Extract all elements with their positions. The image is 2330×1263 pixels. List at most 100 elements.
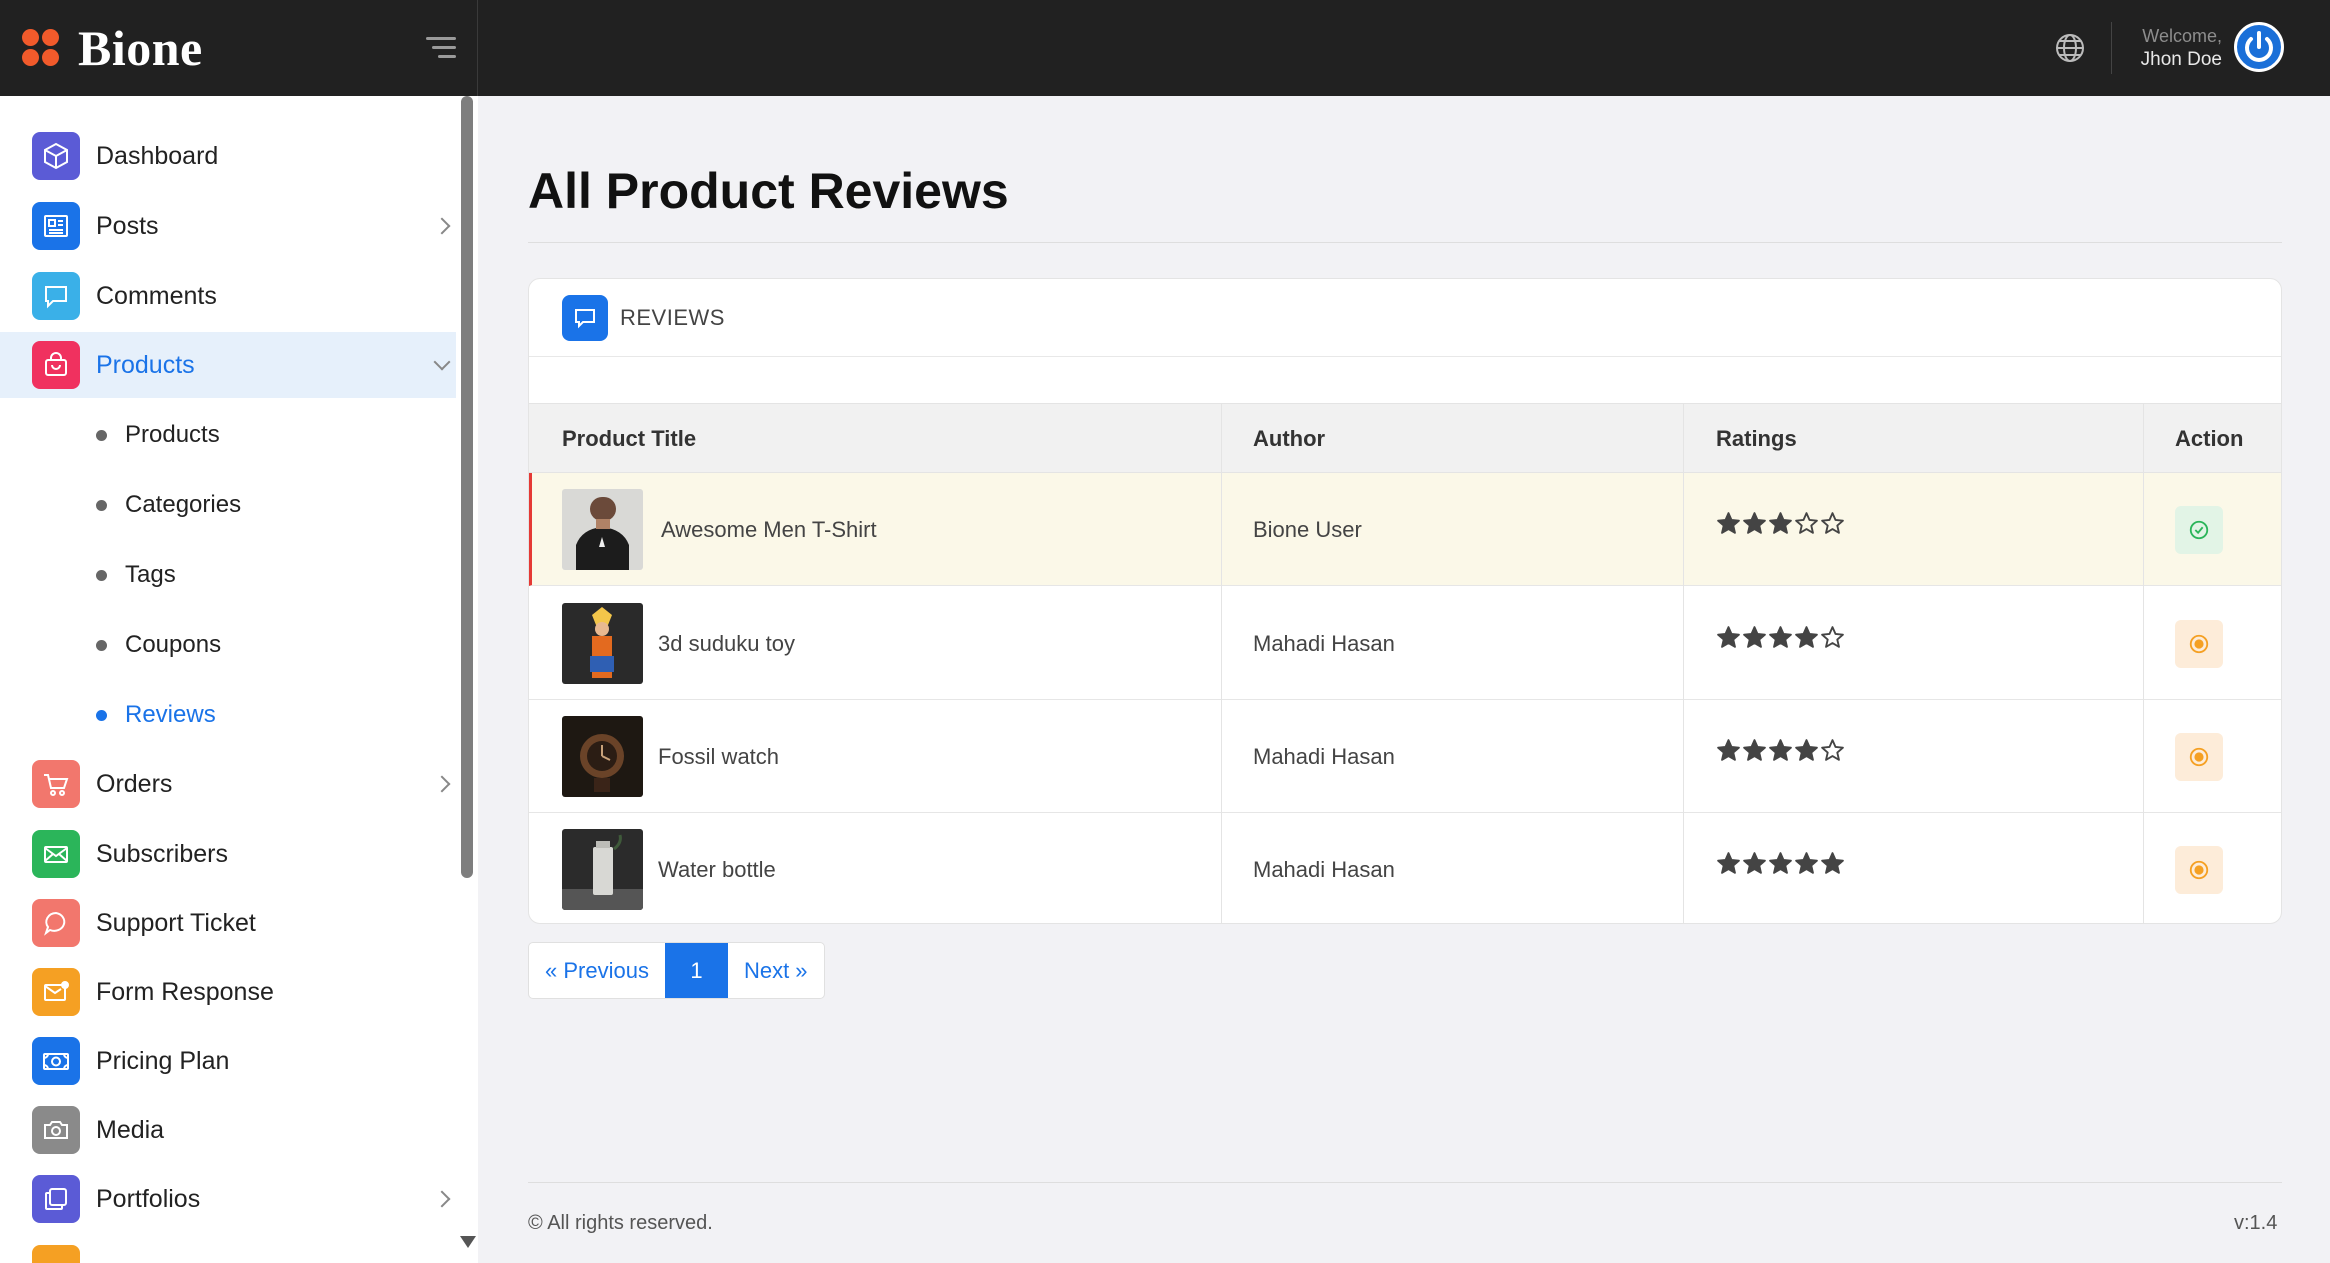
sidebar-item-posts[interactable]: Posts [0, 193, 456, 259]
rating-stars [1716, 511, 1845, 547]
card-header: REVIEWS [529, 279, 2281, 357]
star-filled-icon [1795, 852, 1818, 874]
product-thumbnail [562, 489, 643, 570]
star-filled-icon [1769, 852, 1792, 874]
star-filled-icon [1717, 739, 1740, 761]
column-header-action: Action [2175, 426, 2244, 451]
sidebar-item-label: Subscribers [96, 839, 228, 868]
bullet-icon [96, 429, 107, 441]
star-empty-icon [1821, 626, 1844, 648]
table-row: Water bottle Mahadi Hasan [529, 813, 2281, 923]
menu-item-icon [32, 1245, 80, 1263]
product-thumbnail [562, 603, 643, 684]
sidebar-item-label: Orders [96, 769, 173, 798]
sidebar-item-label: Form Response [96, 977, 274, 1006]
title-divider [528, 242, 2282, 243]
globe-icon[interactable] [2054, 32, 2086, 64]
sidebar-item-label: Pricing Plan [96, 1046, 230, 1075]
check-circle-icon [2189, 520, 2209, 540]
column-header-author: Author [1253, 426, 1326, 451]
chevron-right-icon [433, 1190, 451, 1208]
sidebar-item-orders[interactable]: Orders [0, 751, 456, 817]
next-page-link[interactable]: Next » [728, 943, 824, 998]
pending-review-button[interactable] [2175, 846, 2223, 894]
page-link-current[interactable]: 1 [664, 943, 728, 998]
sidebar-item-label: Dashboard [96, 141, 219, 170]
chevron-right-icon [433, 775, 451, 793]
pending-review-button[interactable] [2175, 620, 2223, 668]
reviews-card: REVIEWS Product Title Author Ratings Act… [528, 278, 2282, 924]
pending-circle-icon [2189, 860, 2209, 880]
review-author: Mahadi Hasan [1253, 631, 1395, 656]
sidebar-item-label: Comments [96, 281, 217, 310]
product-thumbnail [562, 829, 643, 910]
user-name: Jhon Doe [2140, 49, 2222, 70]
sidebar-subitem-tags[interactable]: Tags [0, 550, 456, 600]
star-empty-icon [1821, 512, 1844, 534]
star-filled-icon [1821, 852, 1844, 874]
rating-stars [1716, 625, 1845, 661]
page-title: All Product Reviews [528, 163, 1009, 219]
top-bar: Bione Welcome, Jhon Doe [0, 0, 2330, 96]
star-filled-icon [1743, 512, 1766, 534]
sidebar-item-dashboard[interactable]: Dashboard [0, 123, 456, 189]
star-filled-icon [1743, 626, 1766, 648]
approve-review-button[interactable] [2175, 506, 2223, 554]
sidebar-item-products[interactable]: Products [0, 332, 456, 398]
product-thumbnail [562, 716, 643, 797]
pending-circle-icon [2189, 634, 2209, 654]
copyright: © All rights reserved. [528, 1212, 713, 1234]
sidebar-item-label: Portfolios [96, 1184, 201, 1213]
star-filled-icon [1717, 626, 1740, 648]
sidebar-subitem-products[interactable]: Products [0, 410, 456, 460]
column-divider [2143, 403, 2144, 923]
star-empty-icon [1821, 739, 1844, 761]
sidebar-item-form-response[interactable]: Form Response [0, 959, 456, 1025]
star-filled-icon [1769, 626, 1792, 648]
comment-icon [32, 272, 80, 320]
sidebar-subitem-label: Categories [125, 491, 242, 518]
sidebar-item-support-ticket[interactable]: Support Ticket [0, 890, 456, 956]
sidebar-scrollbar-thumb[interactable] [461, 96, 473, 878]
brand-logo-icon [22, 29, 60, 67]
sidebar-item-comments[interactable]: Comments [0, 263, 456, 329]
star-filled-icon [1717, 512, 1740, 534]
sidebar-item-label: Support Ticket [96, 908, 256, 937]
bullet-icon [96, 709, 107, 721]
sidebar-item-label: Media [96, 1115, 165, 1144]
brand[interactable]: Bione [22, 0, 478, 96]
sidebar-item-portfolios[interactable]: Portfolios [0, 1166, 456, 1232]
welcome-label: Welcome, [2142, 26, 2222, 46]
column-divider [1683, 403, 1684, 923]
sidebar-subitem-label: Tags [125, 561, 176, 588]
shopping-bag-icon [32, 341, 80, 389]
bullet-icon [96, 639, 107, 651]
previous-page-link[interactable]: « Previous [529, 943, 665, 998]
scroll-down-arrow-icon[interactable] [460, 1236, 476, 1248]
sidebar-item-partial[interactable] [0, 1236, 456, 1263]
product-title: Fossil watch [658, 744, 780, 769]
sidebar-item-subscribers[interactable]: Subscribers [0, 821, 456, 887]
sidebar-subitem-label: Coupons [125, 631, 222, 658]
review-author: Mahadi Hasan [1253, 857, 1395, 882]
pending-review-button[interactable] [2175, 733, 2223, 781]
pagination: « Previous 1 Next » [528, 942, 825, 999]
sidebar-subitem-categories[interactable]: Categories [0, 480, 456, 530]
avatar[interactable] [2234, 22, 2284, 72]
sidebar-item-pricing-plan[interactable]: Pricing Plan [0, 1028, 456, 1094]
bullet-icon [96, 569, 107, 581]
star-filled-icon [1795, 739, 1818, 761]
star-filled-icon [1743, 852, 1766, 874]
product-title: Water bottle [658, 857, 776, 882]
star-filled-icon [1769, 512, 1792, 534]
mail-notification-icon [32, 968, 80, 1016]
sidebar-subitem-reviews[interactable]: Reviews [0, 690, 456, 740]
column-header-product-title: Product Title [562, 426, 697, 451]
sidebar-subitem-coupons[interactable]: Coupons [0, 620, 456, 670]
sidebar-item-media[interactable]: Media [0, 1097, 456, 1163]
cart-icon [32, 760, 80, 808]
chevron-right-icon [433, 217, 451, 235]
rating-stars [1716, 851, 1845, 887]
sidebar: Dashboard Posts Comments Products Produc… [0, 96, 478, 1263]
menu-toggle-icon[interactable] [422, 34, 456, 62]
